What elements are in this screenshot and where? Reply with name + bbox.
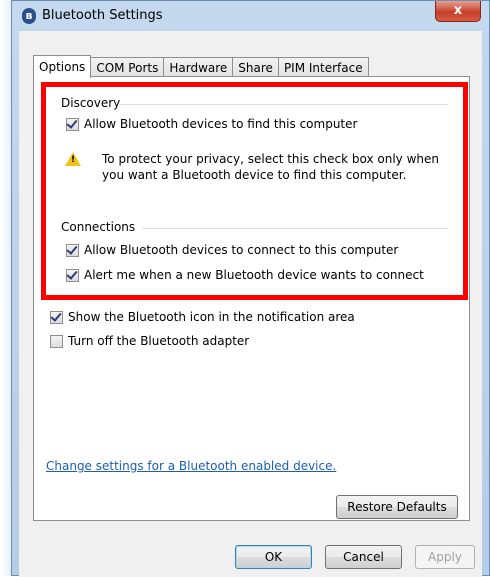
options-panel: Discovery Allow Bluetooth devices to fin… [33,76,470,521]
turn-off-checkbox[interactable] [50,334,63,348]
tab-strip: Options COM Ports Hardware Share PIM Int… [33,55,369,78]
privacy-warning-text: To protect your privacy, select this che… [102,151,452,183]
alert-new-row[interactable]: Alert me when a new Bluetooth device wan… [66,268,424,282]
apply-button[interactable]: Apply [415,545,475,569]
turn-off-row[interactable]: Turn off the Bluetooth adapter [50,334,249,348]
bluetooth-settings-window: ʙ Bluetooth Settings x Options COM Ports… [11,0,490,577]
restore-defaults-button[interactable]: Restore Defaults [336,495,458,519]
tab-options[interactable]: Options [33,55,92,78]
title-bar[interactable]: ʙ Bluetooth Settings x [12,1,489,31]
tab-pim-interface[interactable]: PIM Interface [277,57,369,78]
show-icon-row[interactable]: Show the Bluetooth icon in the notificat… [50,310,355,324]
show-icon-label: Show the Bluetooth icon in the notificat… [68,310,355,324]
tab-share[interactable]: Share [232,57,279,78]
background-edge [0,0,11,576]
allow-connect-checkbox[interactable] [66,243,79,257]
alert-new-checkbox[interactable] [66,268,79,282]
allow-find-checkbox[interactable] [66,117,79,131]
turn-off-label: Turn off the Bluetooth adapter [68,334,250,348]
ok-button[interactable]: OK [235,545,312,569]
discovery-separator [118,104,448,105]
show-icon-checkbox[interactable] [50,310,63,324]
bluetooth-icon: ʙ [22,8,36,24]
allow-connect-label: Allow Bluetooth devices to connect to th… [84,243,399,257]
connections-heading: Connections [61,220,136,234]
alert-new-label: Alert me when a new Bluetooth device wan… [84,268,424,282]
cancel-button[interactable]: Cancel [325,545,402,569]
tab-hardware[interactable]: Hardware [163,57,234,78]
connections-separator [142,228,448,229]
change-settings-link[interactable]: Change settings for a Bluetooth enabled … [46,459,336,473]
allow-find-label: Allow Bluetooth devices to find this com… [84,117,358,131]
tab-com-ports[interactable]: COM Ports [90,57,165,78]
allow-find-row[interactable]: Allow Bluetooth devices to find this com… [66,117,357,131]
warning-line-2: you want a Bluetooth device to find this… [102,168,407,182]
warning-icon: ! [65,152,81,166]
dialog-client-area: Options COM Ports Hardware Share PIM Int… [19,31,482,577]
close-button[interactable]: x [435,1,481,22]
discovery-heading: Discovery [61,96,121,110]
warning-line-1: To protect your privacy, select this che… [102,152,439,166]
window-title: Bluetooth Settings [42,8,163,23]
allow-connect-row[interactable]: Allow Bluetooth devices to connect to th… [66,243,398,257]
